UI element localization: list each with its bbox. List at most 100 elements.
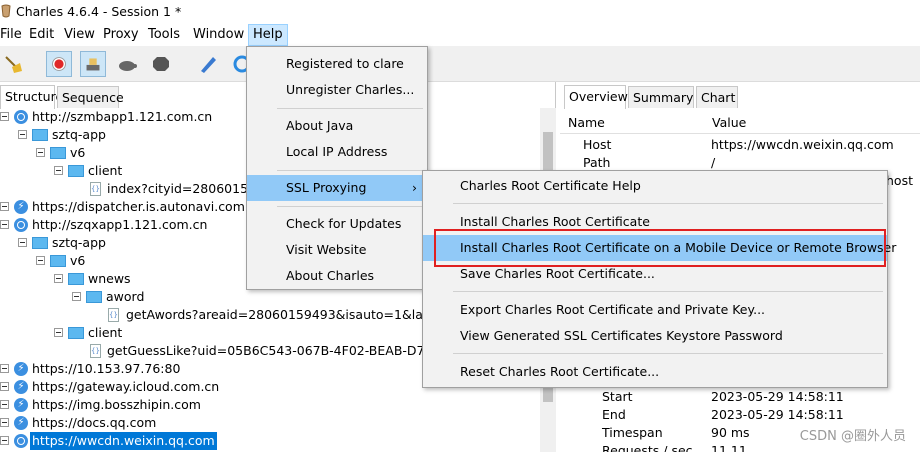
stop-icon[interactable] [148,51,174,77]
overview-value: https://wwcdn.weixin.qq.com [711,137,894,152]
collapse-toggle-icon[interactable] [18,238,27,247]
column-value-header: Value [712,115,747,130]
tab-structure[interactable]: Structure [0,85,63,109]
title-bar: Charles 4.6.4 - Session 1 * [0,0,920,24]
menu-proxy[interactable]: Proxy [103,27,139,42]
tree-label: http://szmbapp1.121.com.cn [32,109,213,124]
folder-icon [32,237,48,249]
lightning-icon: ⚡ [14,380,28,394]
tab-summary[interactable]: Summary [628,86,694,108]
tree-label: sztq-app [52,127,106,142]
collapse-toggle-icon[interactable] [54,274,63,283]
menu-view[interactable]: View [64,27,95,42]
menu-item-about-java[interactable]: About Java [247,113,427,139]
menu-item-check-updates[interactable]: Check for Updates [247,211,427,237]
expand-toggle-icon[interactable] [0,382,9,391]
collapse-toggle-icon[interactable] [36,148,45,157]
menu-item-view-keystore-password[interactable]: View Generated SSL Certificates Keystore… [423,323,887,349]
menu-item-export-cert-key[interactable]: Export Charles Root Certificate and Priv… [423,297,887,323]
folder-icon [50,255,66,267]
expand-toggle-icon[interactable] [0,400,9,409]
menu-window[interactable]: Window [193,27,244,42]
overview-value: 2023-05-29 14:58:11 [711,407,844,422]
pen-icon[interactable] [195,51,221,77]
file-icon: {} [90,344,101,358]
tree-label: sztq-app [52,235,106,250]
expand-toggle-icon[interactable] [0,436,9,445]
tree-label: https://10.153.97.76:80 [32,361,181,376]
turtle-icon[interactable] [114,51,140,77]
globe-icon [14,110,28,124]
menu-file[interactable]: File [0,27,22,42]
annotation-highlight-box [434,229,886,267]
globe-icon [14,218,28,232]
tree-label: https://wwcdn.weixin.qq.com [30,432,217,450]
menu-item-visit-website[interactable]: Visit Website [247,237,427,263]
tree-label: wnews [88,271,131,286]
menu-item-about-charles[interactable]: About Charles [247,263,427,289]
record-icon[interactable] [46,51,72,77]
tree-label: https://dispatcher.is.autonavi.com [32,199,245,214]
menu-separator [277,206,423,207]
menu-edit[interactable]: Edit [29,27,54,42]
tree-label: https://docs.qq.com [32,415,157,430]
tab-overview[interactable]: Overview [564,85,628,109]
charles-app-icon [1,4,11,18]
file-icon: {} [90,182,101,196]
tree-label: v6 [70,145,86,160]
tab-sequence[interactable]: Sequence [57,86,124,108]
collapse-toggle-icon[interactable] [72,292,81,301]
expand-toggle-icon[interactable] [0,364,9,373]
throttle-icon[interactable] [80,51,106,77]
collapse-toggle-icon[interactable] [54,328,63,337]
tree-label: https://gateway.icloud.com.cn [32,379,220,394]
lightning-icon: ⚡ [14,362,28,376]
tree-label: https://img.bosszhipin.com [32,397,201,412]
collapse-toggle-icon[interactable] [18,130,27,139]
tree-label: aword [106,289,145,304]
menu-bar: File Edit View Proxy Tools Window Help [0,24,920,46]
overview-name: End [602,407,626,422]
menu-item-local-ip[interactable]: Local IP Address [247,139,427,165]
help-menu: Registered to clare Unregister Charles..… [246,46,428,290]
menu-help[interactable]: Help [248,24,288,46]
menu-item-root-cert-help[interactable]: Charles Root Certificate Help [423,173,887,199]
menu-item-ssl-proxying[interactable]: SSL Proxying › [247,175,427,201]
tab-chart[interactable]: Chart [696,86,738,108]
window-title: Charles 4.6.4 - Session 1 * [16,4,182,19]
column-name-header: Name [568,115,605,130]
menu-item-registered[interactable]: Registered to clare [247,51,427,77]
broom-icon[interactable] [0,51,26,77]
overview-header: Name Value [560,112,920,134]
overview-name: Host [583,137,612,152]
collapse-toggle-icon[interactable] [0,220,9,229]
menu-item-unregister[interactable]: Unregister Charles... [247,77,427,103]
menu-separator [277,108,423,109]
ssl-proxying-submenu: Charles Root Certificate Help Install Ch… [422,170,896,388]
folder-icon [68,165,84,177]
menu-item-reset-root-cert[interactable]: Reset Charles Root Certificate... [423,359,887,385]
lightning-icon: ⚡ [14,416,28,430]
overview-value: 2023-05-29 14:58:11 [711,389,844,404]
tree-label: getGuessLike?uid=05B6C543-067B-4F02-BEAB… [107,343,449,358]
overview-value: 90 ms [711,425,750,440]
expand-toggle-icon[interactable] [0,418,9,427]
overview-name: Requests / sec [602,443,693,452]
tree-label: index?cityid=280601594 [107,181,264,196]
expand-toggle-icon[interactable] [0,202,9,211]
folder-icon [68,273,84,285]
submenu-arrow-icon: › [412,180,417,195]
folder-icon [50,147,66,159]
collapse-toggle-icon[interactable] [54,166,63,175]
tree-label: http://szqxapp1.121.com.cn [32,217,208,232]
overview-name: Start [602,389,633,404]
folder-icon [86,291,102,303]
collapse-toggle-icon[interactable] [36,256,45,265]
collapse-toggle-icon[interactable] [0,112,9,121]
menu-tools[interactable]: Tools [148,27,180,42]
menu-separator [453,353,883,354]
menu-separator [277,170,423,171]
toolbar [0,46,920,82]
lightning-icon: ⚡ [14,398,28,412]
watermark: CSDN @圈外人员 [799,429,906,444]
